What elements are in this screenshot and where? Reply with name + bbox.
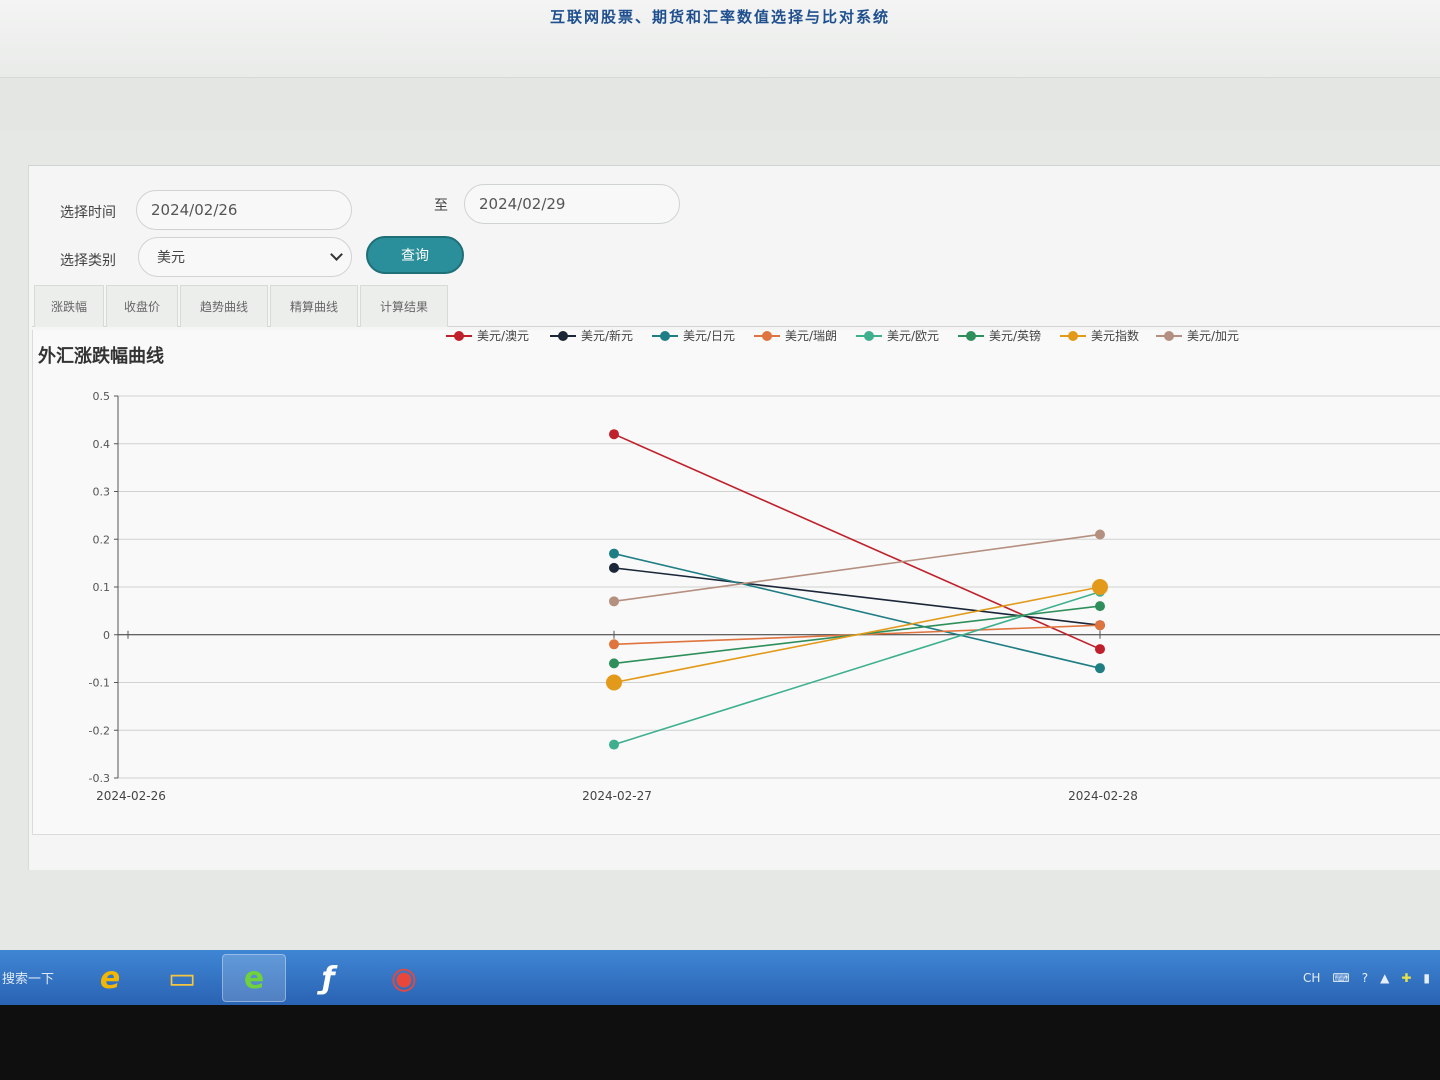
y-tick-label: 0.4 bbox=[93, 438, 111, 451]
taskbar-search[interactable]: 搜索一下 bbox=[0, 962, 78, 992]
legend-swatch-dot bbox=[558, 331, 568, 341]
ie-browser-icon[interactable]: e bbox=[78, 954, 142, 1002]
y-tick-label: 0.3 bbox=[93, 486, 111, 499]
series-line bbox=[613, 567, 1101, 626]
legend-swatch-dot bbox=[660, 331, 670, 341]
y-tick-label: -0.1 bbox=[89, 677, 110, 690]
data-point bbox=[606, 674, 622, 691]
fx-change-chart: 0.5 0.4 0.3 0.2 0.1 0 -0.1 -0.2 -0.3 2024-02-26 20… bbox=[89, 328, 1440, 803]
y-tick-label: -0.2 bbox=[89, 724, 110, 737]
legend-swatch-dot bbox=[454, 331, 464, 341]
series-line bbox=[613, 552, 1101, 669]
browser-360-icon[interactable]: e bbox=[222, 954, 286, 1002]
x-tick-label: 2024-02-28 bbox=[1068, 789, 1138, 803]
flash-icon[interactable]: ƒ bbox=[296, 954, 360, 1002]
data-point bbox=[609, 739, 619, 750]
data-point bbox=[609, 548, 619, 559]
x-tick-label: 2024-02-26 bbox=[96, 789, 166, 803]
legend-label: 美元/加元 bbox=[1187, 329, 1239, 343]
monitor-bezel bbox=[0, 1005, 1440, 1080]
legend-label: 美元/瑞朗 bbox=[785, 329, 837, 343]
y-tick-label: 0.2 bbox=[93, 533, 111, 546]
data-point bbox=[609, 639, 619, 650]
y-tick-label: 0.1 bbox=[93, 581, 111, 594]
input-language[interactable]: CH bbox=[1303, 971, 1320, 985]
legend-label: 美元/日元 bbox=[683, 329, 735, 343]
x-tick-label: 2024-02-27 bbox=[582, 789, 652, 803]
legend-label: 美元指数 bbox=[1091, 328, 1139, 343]
legend-swatch-dot bbox=[864, 331, 874, 341]
data-point bbox=[609, 429, 619, 440]
flash-glyph: ƒ bbox=[321, 960, 335, 996]
legend-swatch-dot bbox=[1164, 331, 1174, 341]
battery-icon: ▮ bbox=[1423, 970, 1430, 985]
chrome-icon[interactable]: ◉ bbox=[372, 954, 436, 1002]
tray-expand-icon[interactable]: ▲ bbox=[1380, 971, 1389, 985]
data-point bbox=[1095, 663, 1105, 674]
help-icon[interactable]: ? bbox=[1362, 971, 1368, 985]
y-tick-label: 0 bbox=[103, 629, 110, 642]
data-point bbox=[609, 658, 619, 669]
data-point bbox=[609, 562, 619, 573]
taskbar: 搜索一下 e ▭ e ƒ ◉ CH ⌨ ? ▲ ✚ ▮ bbox=[0, 950, 1440, 1005]
legend-label: 美元/欧元 bbox=[887, 329, 939, 343]
data-point bbox=[1095, 644, 1105, 655]
legend-label: 美元/英镑 bbox=[989, 328, 1041, 343]
legend-label: 美元/新元 bbox=[581, 328, 633, 343]
legend-swatch-dot bbox=[762, 331, 772, 341]
chrome-glyph: ◉ bbox=[390, 960, 418, 996]
y-tick-label: -0.3 bbox=[89, 772, 110, 785]
data-point bbox=[1095, 601, 1105, 612]
file-explorer-icon[interactable]: ▭ bbox=[150, 954, 214, 1002]
data-point bbox=[609, 596, 619, 607]
legend-label: 美元/澳元 bbox=[477, 329, 529, 343]
legend-swatch-dot bbox=[1068, 331, 1078, 341]
ie-glyph: e bbox=[99, 960, 121, 996]
keyboard-icon[interactable]: ⌨ bbox=[1332, 971, 1349, 985]
folder-glyph: ▭ bbox=[167, 960, 197, 996]
data-point bbox=[1095, 529, 1105, 540]
system-tray: CH ⌨ ? ▲ ✚ ▮ bbox=[1303, 950, 1440, 1005]
browser-360-glyph: e bbox=[243, 960, 265, 996]
data-point bbox=[1095, 620, 1105, 631]
y-tick-label: 0.5 bbox=[93, 390, 111, 403]
security-icon[interactable]: ✚ bbox=[1401, 971, 1411, 985]
series-line bbox=[613, 533, 1101, 603]
data-point bbox=[1092, 579, 1108, 595]
legend-swatch-dot bbox=[966, 331, 976, 341]
